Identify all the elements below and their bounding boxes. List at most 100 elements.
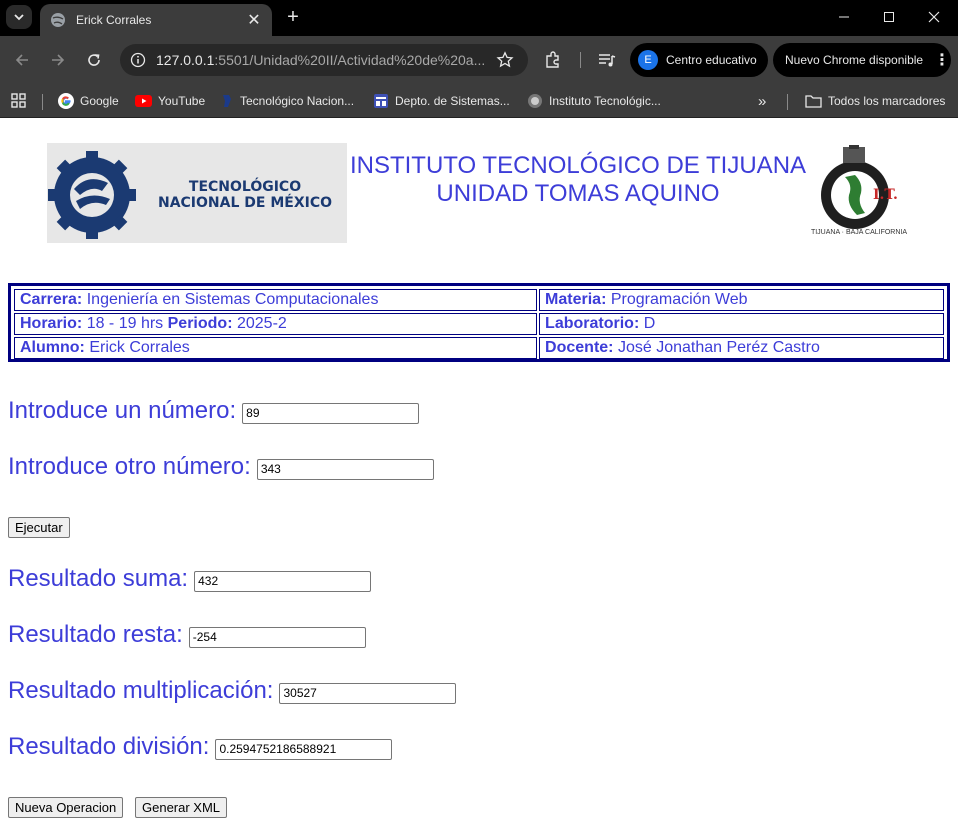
horario-cell: Horario: 18 - 19 hrs Periodo: 2025-2 bbox=[14, 313, 538, 335]
info-icon[interactable] bbox=[130, 52, 146, 68]
laboratorio-label: Laboratorio: bbox=[545, 315, 640, 332]
horario-label: Horario: bbox=[20, 315, 83, 332]
materia-value: Programación Web bbox=[610, 291, 748, 308]
bookmarks-overflow-button[interactable]: » bbox=[758, 89, 766, 113]
institute-title: INSTITUTO TECNOLÓGICO DE TIJUANA UNIDAD … bbox=[347, 152, 809, 208]
resta-label: Resultado resta: bbox=[8, 621, 183, 648]
new-tab-button[interactable]: + bbox=[282, 6, 304, 28]
bookmark-google[interactable]: Google bbox=[58, 89, 119, 113]
bookmarks-bar: Google YouTube Tecnológico Nacion... Dep… bbox=[0, 84, 958, 118]
laboratorio-cell: Laboratorio: D bbox=[539, 313, 944, 335]
arrow-left-icon bbox=[15, 54, 28, 66]
div-label: Resultado división: bbox=[8, 733, 210, 760]
browser-toolbar: 127.0.0.1:5501/Unidad%20II/Actividad%20d… bbox=[0, 36, 958, 84]
minimize-icon bbox=[839, 16, 849, 18]
apps-button[interactable] bbox=[10, 89, 34, 113]
forward-button[interactable] bbox=[46, 48, 70, 72]
close-window-button[interactable] bbox=[912, 0, 956, 34]
carrera-cell: Carrera: Ingeniería en Sistemas Computac… bbox=[14, 289, 538, 311]
seal-icon bbox=[528, 94, 542, 108]
course-info-table: Carrera: Ingeniería en Sistemas Computac… bbox=[8, 283, 950, 362]
bookmark-depto-sistemas[interactable]: Depto. de Sistemas... bbox=[373, 89, 510, 113]
back-button[interactable] bbox=[10, 48, 34, 72]
carrera-label: Carrera: bbox=[20, 291, 83, 308]
maximize-button[interactable] bbox=[867, 0, 911, 34]
bookmark-label: YouTube bbox=[158, 94, 206, 108]
bookmark-tecnm[interactable]: Tecnológico Nacion... bbox=[220, 89, 354, 113]
bookmark-instituto[interactable]: Instituto Tecnológic... bbox=[527, 89, 661, 113]
tab-title: Erick Corrales bbox=[76, 13, 152, 27]
bookmark-label: Instituto Tecnológic... bbox=[549, 94, 661, 108]
itt-seal-mark: I.T. bbox=[873, 187, 898, 203]
toolbar-separator bbox=[580, 52, 581, 68]
periodo-label: Periodo: bbox=[167, 315, 233, 332]
url-host: 127.0.0.1 bbox=[156, 52, 215, 68]
carrera-value: Ingeniería en Sistemas Computacionales bbox=[86, 291, 379, 308]
num2-input[interactable] bbox=[256, 458, 434, 480]
maximize-icon bbox=[884, 12, 894, 22]
chrome-update-button[interactable]: Nuevo Chrome disponible ⋮ bbox=[773, 43, 951, 77]
mult-output[interactable] bbox=[279, 682, 457, 704]
url-text[interactable]: 127.0.0.1:5501/Unidad%20II/Actividad%20d… bbox=[156, 52, 488, 68]
minimize-button[interactable] bbox=[822, 0, 866, 34]
table-row: Alumno: Erick Corrales Docente: José Jon… bbox=[14, 337, 944, 359]
docente-cell: Docente: José Jonathan Peréz Castro bbox=[539, 337, 944, 359]
resta-row: Resultado resta: bbox=[8, 621, 366, 649]
address-bar[interactable]: 127.0.0.1:5501/Unidad%20II/Actividad%20d… bbox=[120, 44, 528, 76]
bookmark-label: Tecnológico Nacion... bbox=[240, 94, 355, 108]
bookmark-youtube[interactable]: YouTube bbox=[135, 89, 205, 113]
laboratorio-value: D bbox=[643, 315, 656, 332]
double-chevron-right-icon: » bbox=[758, 92, 767, 110]
tab-search-button[interactable] bbox=[6, 5, 32, 29]
bookmarks-separator bbox=[787, 94, 788, 110]
materia-cell: Materia: Programación Web bbox=[539, 289, 944, 311]
bookmark-star-icon[interactable] bbox=[496, 51, 514, 69]
profile-button[interactable]: E Centro educativo bbox=[630, 43, 768, 77]
itt-logo: I.T. TIJUANA · BAJA CALIFORNIA bbox=[809, 143, 909, 243]
bookmark-label: Google bbox=[80, 94, 119, 108]
close-icon bbox=[928, 11, 940, 23]
horario-value: 18 - 19 hrs bbox=[86, 315, 164, 332]
page-content: TECNOLÓGICO NACIONAL DE MÉXICO INSTITUTO… bbox=[0, 118, 958, 822]
alumno-cell: Alumno: Erick Corrales bbox=[14, 337, 538, 359]
table-row: Horario: 18 - 19 hrs Periodo: 2025-2 Lab… bbox=[14, 313, 944, 335]
title-line-2: UNIDAD TOMAS AQUINO bbox=[436, 180, 720, 207]
alumno-value: Erick Corrales bbox=[89, 339, 190, 356]
suma-output[interactable] bbox=[194, 570, 372, 592]
docente-value: José Jonathan Peréz Castro bbox=[617, 339, 820, 356]
logo-line-2: NACIONAL DE MÉXICO bbox=[157, 195, 332, 211]
generar-xml-button[interactable]: Generar XML bbox=[135, 797, 228, 818]
suma-label: Resultado suma: bbox=[8, 565, 189, 592]
tab-strip: Erick Corrales ✕ + bbox=[0, 0, 958, 36]
docente-label: Docente: bbox=[545, 339, 614, 356]
all-bookmarks-label: Todos los marcadores bbox=[828, 94, 946, 108]
all-bookmarks-button[interactable]: Todos los marcadores bbox=[805, 89, 945, 113]
resta-output[interactable] bbox=[188, 626, 366, 648]
browser-tab[interactable]: Erick Corrales ✕ bbox=[40, 4, 272, 36]
youtube-icon bbox=[135, 95, 152, 107]
extensions-icon[interactable] bbox=[543, 50, 563, 70]
url-path: :5501/Unidad%20II/Actividad%20de%20a... bbox=[214, 52, 486, 68]
update-label: Nuevo Chrome disponible bbox=[785, 53, 924, 67]
apps-grid-icon bbox=[11, 93, 26, 108]
div-output[interactable] bbox=[215, 738, 393, 760]
materia-label: Materia: bbox=[545, 291, 607, 308]
mult-label: Resultado multiplicación: bbox=[8, 677, 274, 704]
reload-button[interactable] bbox=[82, 48, 106, 72]
google-icon bbox=[58, 93, 74, 109]
suma-row: Resultado suma: bbox=[8, 565, 372, 593]
media-queue-icon[interactable] bbox=[597, 50, 617, 70]
itt-seal-text: TIJUANA · BAJA CALIFORNIA bbox=[810, 229, 908, 236]
tecnm-icon bbox=[223, 95, 231, 107]
ejecutar-button[interactable]: Ejecutar bbox=[8, 517, 70, 538]
div-row: Resultado división: bbox=[8, 733, 393, 761]
nueva-operacion-button[interactable]: Nueva Operacion bbox=[8, 797, 124, 818]
num1-input[interactable] bbox=[242, 402, 420, 424]
profile-label: Centro educativo bbox=[666, 53, 757, 67]
more-menu-icon[interactable]: ⋮ bbox=[933, 50, 951, 70]
alumno-label: Alumno: bbox=[20, 339, 85, 356]
table-row: Carrera: Ingeniería en Sistemas Computac… bbox=[14, 289, 944, 311]
close-tab-icon[interactable]: ✕ bbox=[246, 10, 262, 30]
bookmark-label: Depto. de Sistemas... bbox=[395, 94, 510, 108]
periodo-value: 2025-2 bbox=[236, 315, 287, 332]
